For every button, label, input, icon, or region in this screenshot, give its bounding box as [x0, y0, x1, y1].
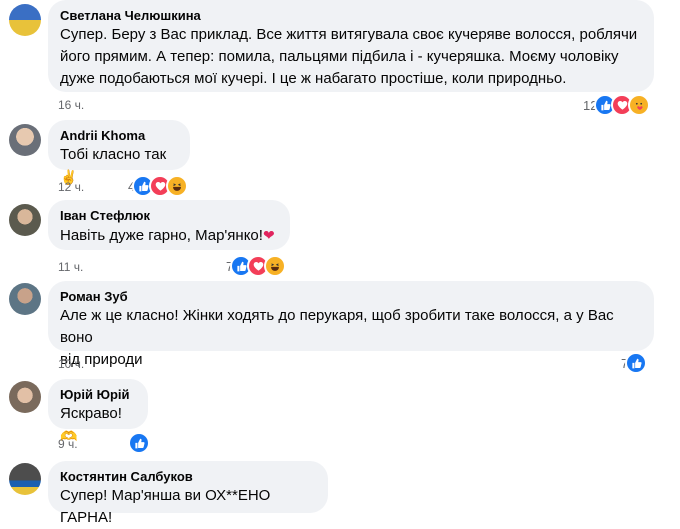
- comment-text: Яскраво!: [60, 405, 122, 422]
- avatar[interactable]: [9, 4, 41, 36]
- comment-timestamp[interactable]: 10 ч.: [58, 357, 84, 371]
- like-icon: [625, 352, 648, 374]
- comment-author[interactable]: Костянтин Салбуков: [60, 469, 316, 485]
- reaction-summary[interactable]: 7: [226, 255, 287, 277]
- reaction-summary[interactable]: 7: [621, 352, 648, 374]
- comment-author[interactable]: Andrii Khoma: [60, 128, 178, 144]
- comment-text-line: Супер! Мар'янша ви ОХ**ЕНО ГАРНА!: [60, 487, 271, 526]
- avatar[interactable]: [9, 463, 41, 495]
- haha-icon: [264, 255, 287, 277]
- avatar[interactable]: [9, 204, 41, 236]
- comment-bubble: Юрій Юрій Яскраво!🫶: [48, 379, 148, 444]
- emoji: ❤: [262, 227, 275, 243]
- care-icon: [628, 94, 651, 116]
- comment-timestamp[interactable]: 11 ч.: [58, 260, 83, 274]
- comment-text-line: Але ж це класно! Жінки ходять до перукар…: [60, 307, 614, 346]
- comment-text-line: Навіть дуже гарно, Мар'янко!❤: [60, 224, 278, 247]
- comment-text-line: від природи: [60, 351, 143, 368]
- comment-bubble: Andrii Khoma Тобі класно так ✌: [48, 120, 190, 185]
- reaction-summary[interactable]: 12: [583, 94, 651, 116]
- comment-bubble: Светлана Челюшкина Супер. Беру з Вас при…: [48, 0, 654, 92]
- comment-text-line: Супер. Беру з Вас приклад. Все життя вит…: [60, 26, 638, 43]
- reaction-summary[interactable]: 4: [128, 175, 189, 197]
- comment-bubble: Іван Стефлюк Навіть дуже гарно, Мар'янко…: [48, 200, 290, 250]
- comment-text: Навіть дуже гарно, Мар'янко!: [60, 227, 263, 244]
- haha-icon: [166, 175, 189, 197]
- avatar[interactable]: [9, 124, 41, 156]
- reaction-summary[interactable]: [128, 432, 150, 454]
- comment-bubble: Роман Зуб Але ж це класно! Жінки ходять …: [48, 281, 654, 368]
- comment-author[interactable]: Светлана Челюшкина: [60, 8, 642, 24]
- comment-author[interactable]: Роман Зуб: [60, 289, 642, 305]
- avatar[interactable]: [9, 381, 41, 413]
- comment-text-line: його прямим. А тепер: помила, пальцями п…: [60, 48, 619, 65]
- comment-text-line: дуже подобаються мої кучері. І це ж наба…: [60, 70, 567, 87]
- comment-author[interactable]: Юрій Юрій: [60, 387, 136, 403]
- comment-timestamp[interactable]: 9 ч.: [58, 437, 78, 451]
- comment-timestamp[interactable]: 12 ч.: [58, 180, 84, 194]
- comment-bubble: Костянтин Салбуков Супер! Мар'янша ви ОХ…: [48, 461, 328, 526]
- like-icon: [128, 432, 150, 454]
- avatar[interactable]: [9, 283, 41, 315]
- comment-text: Тобі класно так: [60, 146, 167, 163]
- comment-author[interactable]: Іван Стефлюк: [60, 208, 278, 224]
- comment-timestamp[interactable]: 16 ч.: [58, 98, 84, 112]
